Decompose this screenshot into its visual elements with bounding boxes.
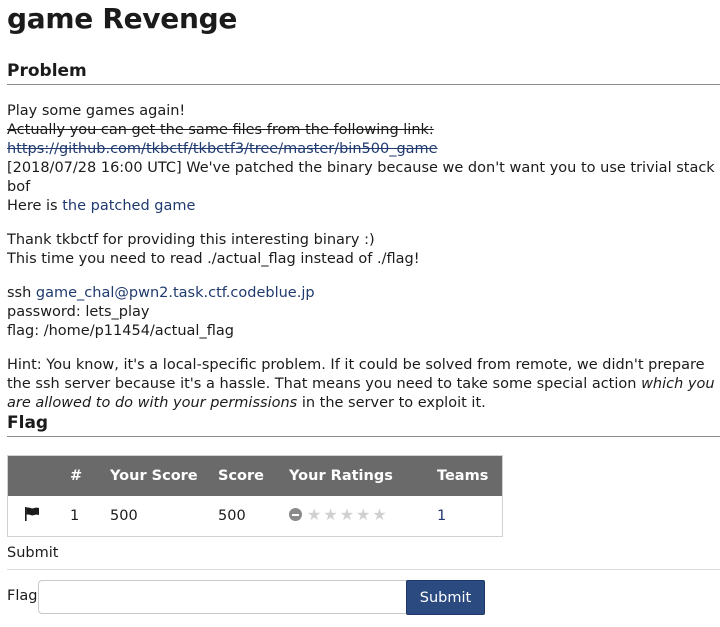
flag-heading: Flag: [7, 413, 720, 437]
ssh-line: ssh game_chal@pwn2.task.ctf.codeblue.jp: [7, 284, 720, 303]
row-number: 1: [70, 507, 80, 524]
patched-game-line: Here is the patched game: [7, 197, 720, 216]
problem-heading: Problem: [7, 61, 720, 85]
intro-line: Play some games again!: [7, 103, 186, 119]
score-table-header: # Your Score Score Your Ratings Teams: [7, 455, 503, 496]
col-header-number: #: [70, 467, 83, 484]
star-icon[interactable]: ★: [356, 506, 370, 523]
star-icon[interactable]: ★: [372, 506, 386, 523]
row-score: 500: [218, 507, 246, 524]
star-icon[interactable]: ★: [307, 506, 321, 523]
thanks-line: Thank tkbctf for providing this interest…: [7, 232, 375, 248]
hint-paragraph: Hint: You know, it's a local-specific pr…: [7, 356, 720, 413]
ssh-prefix: ssh: [7, 285, 36, 301]
hint-text-2: in the server to exploit it.: [297, 395, 486, 411]
struck-line: Actually you can get the same files from…: [7, 122, 434, 138]
flag-input[interactable]: [38, 580, 412, 614]
minus-circle-icon[interactable]: [289, 508, 302, 521]
submit-caption: Submit: [7, 545, 59, 561]
here-prefix: Here is: [7, 198, 63, 214]
flag-label: Flag: [7, 588, 38, 604]
star-icon[interactable]: ★: [340, 506, 354, 523]
ssh-link[interactable]: game_chal@pwn2.task.ctf.codeblue.jp: [36, 285, 315, 301]
star-icon[interactable]: ★: [323, 506, 337, 523]
password-line: password: lets_play: [7, 304, 150, 320]
col-header-icon: [8, 456, 55, 496]
divider: [7, 569, 720, 570]
problem-body: Play some games again! Actually you can …: [7, 102, 720, 413]
flag-path-line: flag: /home/p11454/actual_flag: [7, 323, 234, 339]
col-header-your-score: Your Score: [110, 467, 198, 484]
submit-button[interactable]: Submit: [406, 580, 485, 615]
hint-text-1: Hint: You know, it's a local-specific pr…: [7, 357, 705, 392]
read-flag-line: This time you need to read ./actual_flag…: [7, 251, 420, 267]
col-header-teams: Teams: [437, 467, 489, 484]
teams-link[interactable]: 1: [437, 508, 446, 524]
patched-game-link[interactable]: the patched game: [62, 198, 195, 214]
flag-icon: [25, 506, 39, 521]
col-header-score: Score: [218, 467, 264, 484]
table-row: 1 500 500 ★ ★ ★ ★ ★ 1: [7, 495, 503, 537]
struck-github-link[interactable]: https://github.com/tkbctf/tkbctf3/tree/m…: [7, 141, 438, 157]
page-title: game Revenge: [7, 2, 238, 35]
row-your-score: 500: [110, 507, 138, 524]
score-table: # Your Score Score Your Ratings Teams 1 …: [7, 455, 503, 537]
col-header-your-ratings: Your Ratings: [289, 467, 393, 484]
rating-widget: ★ ★ ★ ★ ★: [289, 506, 387, 523]
update-line: [2018/07/28 16:00 UTC] We've patched the…: [7, 160, 715, 195]
